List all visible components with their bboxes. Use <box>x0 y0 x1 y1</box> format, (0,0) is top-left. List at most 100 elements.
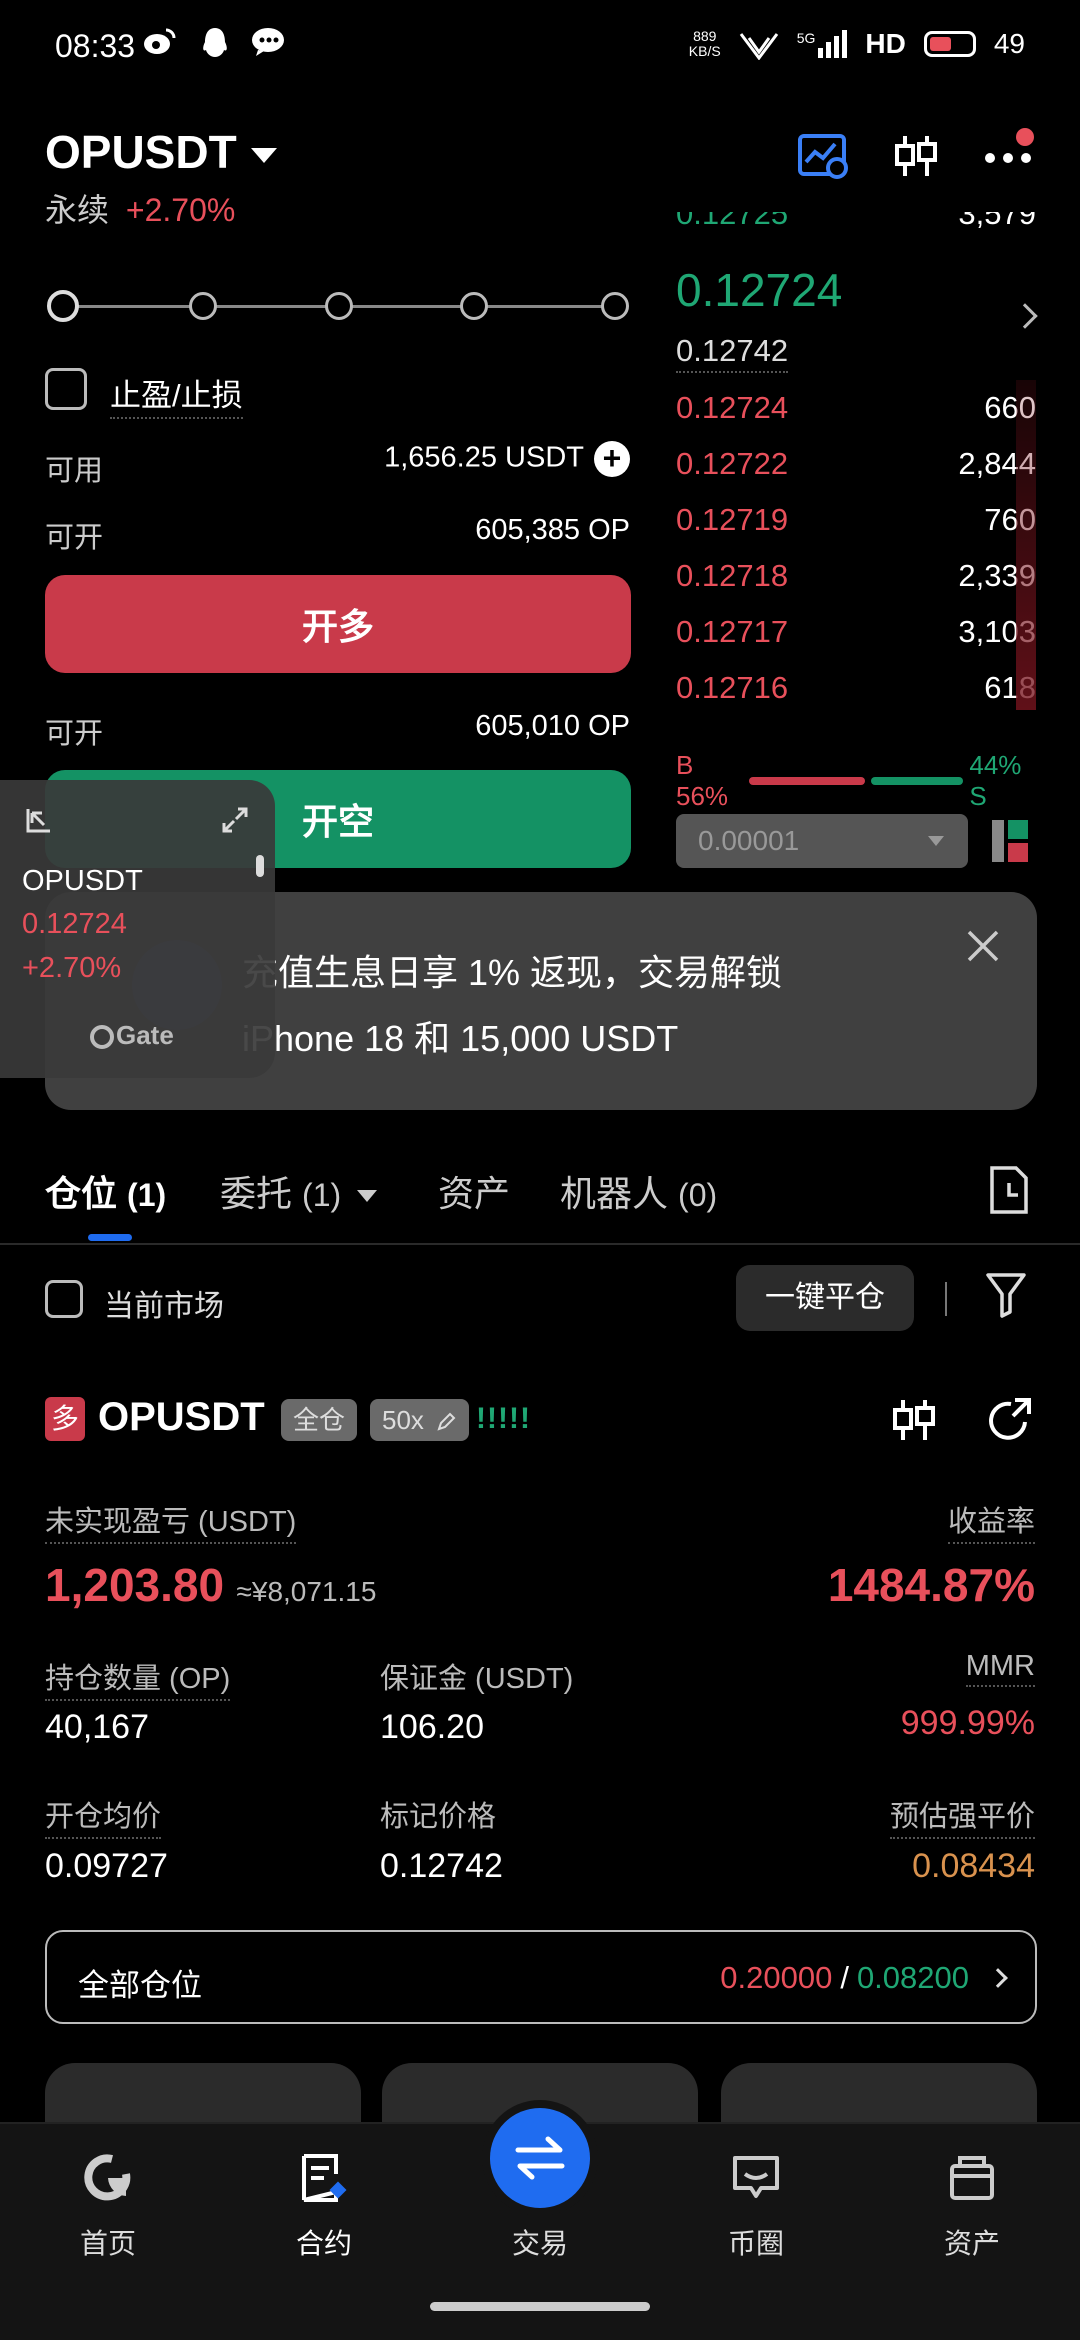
tab-assets[interactable]: 资产 <box>438 1165 510 1217</box>
nav-trade[interactable]: 交易 <box>460 2222 620 2262</box>
candlestick-icon[interactable] <box>888 128 944 184</box>
tp-sl-label[interactable]: 止盈/止损 <box>110 370 243 419</box>
chart-mode-icon[interactable] <box>795 128 851 184</box>
promo-text: 充值生息日享 1% 返现，交易解锁 iPhone 18 和 15,000 USD… <box>242 940 782 1072</box>
roe-value: 1484.87% <box>827 1559 1035 1611</box>
margin-value: 106.20 <box>380 1708 484 1746</box>
tab-positions[interactable]: 仓位 (1) <box>45 1165 166 1217</box>
current-market-label: 当前市场 <box>104 1290 224 1323</box>
caret-down-icon <box>357 1190 378 1203</box>
tpsl-separator: / <box>840 1960 849 1995</box>
orderbook-price: 0.12719 <box>676 502 789 537</box>
margin-label: 保证金 (USDT) <box>380 1663 574 1695</box>
orderbook-row[interactable]: 0.12724 660 <box>676 390 1036 426</box>
orderbook-row[interactable]: 0.12717 3,103 <box>676 614 1036 650</box>
trade-fab[interactable] <box>490 2108 590 2208</box>
position-size-value: 40,167 <box>45 1708 149 1746</box>
orderbook-price: 0.12722 <box>676 446 789 481</box>
liq-price-value: 0.08434 <box>912 1847 1035 1885</box>
net-speed: 889 KB/S <box>688 28 721 59</box>
tick-size-select[interactable]: 0.00001 <box>676 814 968 868</box>
battery-level: 49 <box>993 28 1025 59</box>
collapse-icon[interactable] <box>24 805 54 840</box>
leverage-chip[interactable]: 50x <box>370 1399 470 1441</box>
deposit-plus-icon[interactable]: + <box>594 441 630 477</box>
chevron-right-icon[interactable] <box>1012 303 1038 329</box>
share-icon[interactable] <box>985 1396 1033 1449</box>
swap-icon <box>515 2136 565 2180</box>
orderbook-row[interactable]: 0.12722 2,844 <box>676 446 1036 482</box>
home-indicator <box>430 2302 650 2311</box>
close-all-button[interactable]: 一键平仓 <box>736 1265 914 1331</box>
status-right-group: 889 KB/S 5G HD 49 <box>689 28 1025 60</box>
community-icon <box>728 2150 784 2206</box>
filter-icon[interactable] <box>985 1272 1027 1323</box>
margin-mode-chip: 全仓 <box>281 1399 358 1441</box>
orderbook-price: 0.12724 <box>676 390 789 425</box>
last-price[interactable]: 0.12724 <box>676 263 842 317</box>
buy-sell-ratio: B 56% 44% S <box>676 750 1036 812</box>
mark-price-value: 0.12742 <box>380 1847 503 1885</box>
leverage-slider-step[interactable] <box>325 292 353 320</box>
nav-community[interactable]: 币圈 <box>676 2150 836 2262</box>
nav-assets[interactable]: 资产 <box>892 2150 1052 2262</box>
entry-price-label: 开仓均价 <box>45 1793 162 1839</box>
orderbook-price: 0.12717 <box>676 614 789 649</box>
orderbook-row[interactable]: 0.12718 2,339 <box>676 558 1036 594</box>
filter-divider <box>945 1282 947 1316</box>
long-badge: 多 <box>45 1397 85 1441</box>
status-bar: 08:33 889 KB/S 5G HD 49 <box>0 0 1080 95</box>
orderbook-layout-icon[interactable] <box>992 820 1032 867</box>
nav-contract[interactable]: 合约 <box>244 2150 404 2262</box>
orderbook-row[interactable]: 0.12716 618 <box>676 670 1036 706</box>
position-symbol[interactable]: OPUSDT <box>98 1395 265 1440</box>
leverage-slider-step[interactable] <box>601 292 629 320</box>
qq-icon <box>196 26 234 64</box>
tab-orders[interactable]: 委托 (1) <box>220 1165 378 1217</box>
pair-title: OPUSDT <box>45 126 237 178</box>
caret-down-icon <box>250 148 277 164</box>
leverage-slider-step[interactable] <box>189 292 217 320</box>
chevron-right-icon <box>988 1968 1008 1988</box>
all-positions-label: 全部仓位 <box>78 1968 202 2003</box>
tab-bots[interactable]: 机器人 (0) <box>560 1165 717 1217</box>
pair-change: +2.70% <box>125 192 236 228</box>
position-action-button[interactable] <box>45 2063 361 2123</box>
sell-ratio-bar <box>871 777 964 785</box>
position-size-label: 持仓数量 (OP) <box>45 1655 231 1701</box>
nav-home[interactable]: 首页 <box>28 2150 188 2262</box>
close-icon[interactable] <box>965 928 1001 964</box>
current-market-checkbox[interactable] <box>45 1280 83 1318</box>
unrealized-pnl-cny: ≈¥8,071.15 <box>236 1576 377 1607</box>
tpsl-values: 0.20000 / 0.08200 <box>720 1960 1008 1996</box>
active-tab-indicator <box>88 1234 132 1241</box>
tp-value: 0.20000 <box>720 1960 833 1995</box>
wallet-icon <box>944 2150 1000 2206</box>
mmr-label: MMR <box>965 1650 1035 1687</box>
orderbook-row[interactable]: 0.12719 760 <box>676 502 1036 538</box>
promo-line-2: iPhone 18 和 15,000 USDT <box>242 1018 679 1059</box>
hd-indicator: HD <box>865 28 906 59</box>
expand-icon[interactable] <box>220 805 250 840</box>
orderbook-partial-row: 0.12725 3,579 <box>676 212 1036 231</box>
tp-sl-checkbox[interactable] <box>45 368 87 410</box>
leverage-slider-handle[interactable] <box>47 290 79 322</box>
pair-selector[interactable]: OPUSDT <box>45 125 277 179</box>
buy-ratio: B 56% <box>676 750 729 811</box>
open-short-value: 605,010 OP <box>475 710 630 742</box>
adl-indicator: !!!!! <box>476 1402 531 1435</box>
history-icon[interactable] <box>988 1165 1030 1220</box>
open-long-button[interactable]: 开多 <box>45 575 631 673</box>
contract-type: 永续 <box>45 192 110 228</box>
unrealized-pnl: 1,203.80 ≈¥8,071.15 <box>45 1558 376 1612</box>
position-chart-icon[interactable] <box>890 1396 938 1449</box>
depth-bar <box>1016 380 1036 710</box>
wechat-icon <box>250 26 288 64</box>
position-action-button[interactable] <box>721 2063 1037 2123</box>
open-short-label: 可开 <box>45 718 104 750</box>
leverage-slider-step[interactable] <box>460 292 488 320</box>
orderbook-price: 0.12716 <box>676 670 789 705</box>
battery-icon <box>923 31 976 57</box>
float-price: 0.12724 <box>22 908 127 940</box>
float-change: +2.70% <box>22 952 122 984</box>
